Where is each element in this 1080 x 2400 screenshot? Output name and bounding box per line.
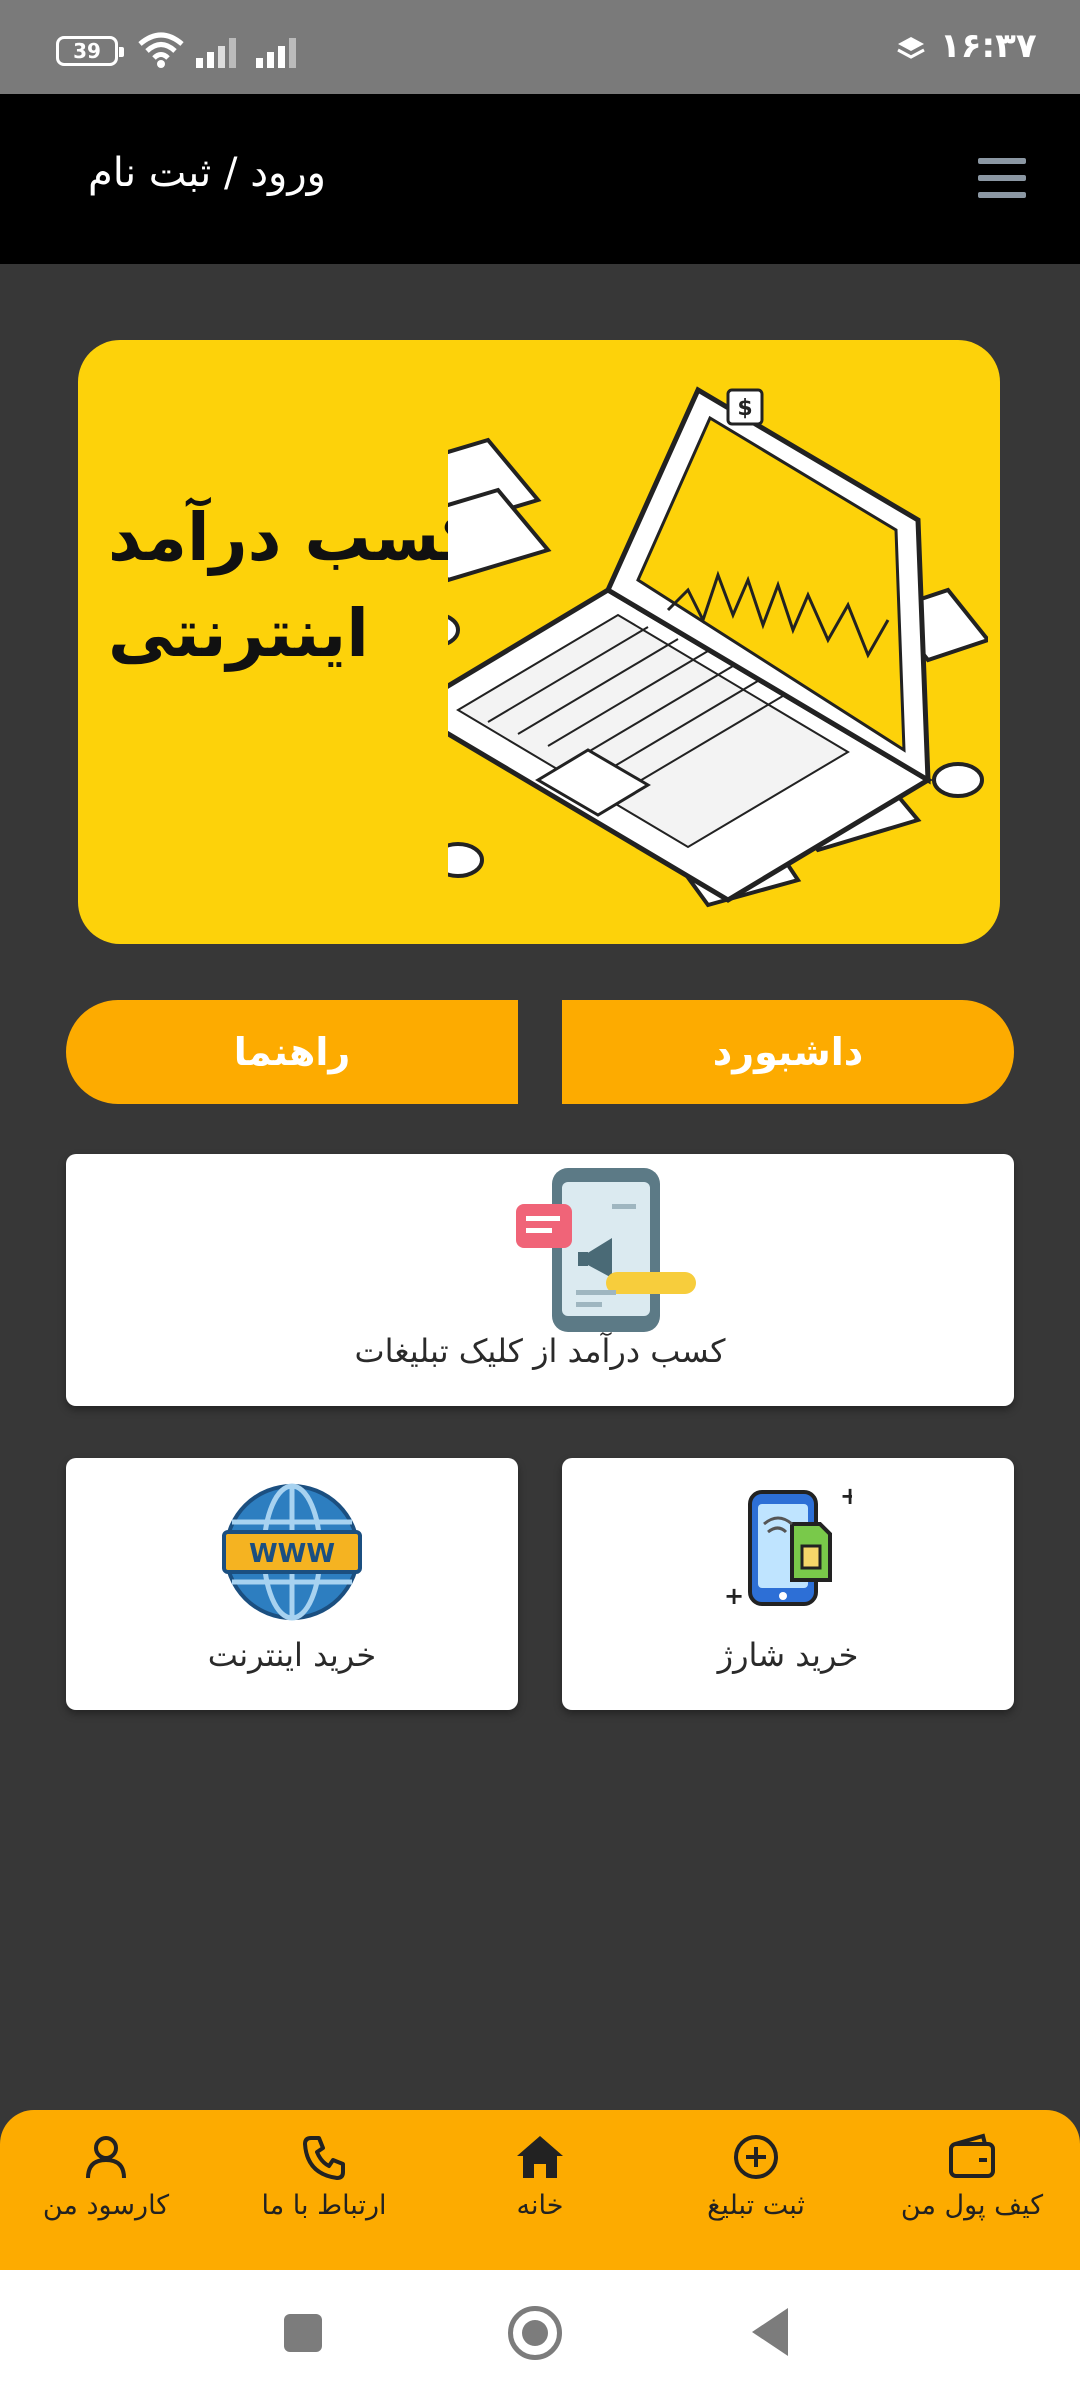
laptop-money-illustration: $ — [448, 386, 988, 908]
back-button[interactable] — [752, 2308, 788, 2356]
app-header: ورود / ثبت نام — [0, 94, 1080, 264]
recents-button[interactable] — [284, 2314, 322, 2352]
nav-contact-us[interactable]: ارتباط با ما — [224, 2132, 424, 2252]
bottom-navigation: کارسود من ارتباط با ما خانه ثبت تبلیغ کی… — [0, 2110, 1080, 2270]
svg-text:+: + — [724, 1582, 744, 1610]
battery-indicator: 39 — [56, 36, 124, 66]
home-button[interactable] — [508, 2306, 562, 2360]
wifi-icon — [138, 32, 184, 68]
user-icon — [86, 2136, 126, 2179]
login-register-link[interactable]: ورود / ثبت نام — [88, 150, 326, 196]
www-text: WWW — [249, 1539, 335, 1569]
svg-text:$: $ — [737, 396, 752, 421]
phone-megaphone-icon — [516, 1168, 696, 1332]
clock: ۱۶:۳۷ — [940, 26, 1037, 66]
nav-label: ثبت تبلیغ — [707, 2190, 805, 2221]
phone-simcard-icon: + + — [724, 1482, 852, 1610]
system-navigation-bar — [0, 2270, 1080, 2400]
nav-my-wallet[interactable]: کیف پول من — [872, 2132, 1072, 2252]
earn-from-ads-label: کسب درآمد از کلیک تبلیغات — [354, 1332, 726, 1370]
dashboard-button[interactable]: داشبورد — [562, 1000, 1014, 1104]
nav-label: خانه — [516, 2190, 564, 2221]
globe-www-icon: WWW — [222, 1483, 362, 1621]
status-bar: 39 ۱۶:۳۷ — [0, 0, 1080, 94]
buy-charge-label: خرید شارژ — [717, 1636, 859, 1674]
promo-banner: کسب درآمد اینترنتی $ — [78, 340, 1000, 944]
buy-charge-card[interactable]: + + خرید شارژ — [562, 1458, 1014, 1710]
buy-internet-label: خرید اینترنت — [207, 1636, 377, 1674]
guide-button[interactable]: راهنما — [66, 1000, 518, 1104]
nav-my-karsod[interactable]: کارسود من — [6, 2132, 206, 2252]
plus-circle-icon — [734, 2135, 778, 2179]
hamburger-menu-icon[interactable] — [978, 158, 1026, 198]
signal-icon — [196, 38, 236, 68]
nav-home[interactable]: خانه — [440, 2132, 640, 2252]
layers-icon — [897, 37, 925, 59]
home-icon — [517, 2136, 563, 2178]
signal-icon — [256, 38, 296, 68]
wallet-icon — [949, 2133, 995, 2178]
nav-label: کارسود من — [42, 2190, 170, 2221]
phone-icon — [303, 2136, 345, 2180]
nav-label: کیف پول من — [900, 2190, 1044, 2221]
nav-label: ارتباط با ما — [261, 2190, 387, 2221]
nav-submit-ad[interactable]: ثبت تبلیغ — [656, 2132, 856, 2252]
svg-text:+: + — [840, 1482, 852, 1510]
buy-internet-card[interactable]: WWW خرید اینترنت — [66, 1458, 518, 1710]
earn-from-ads-card[interactable]: کسب درآمد از کلیک تبلیغات — [66, 1154, 1014, 1406]
